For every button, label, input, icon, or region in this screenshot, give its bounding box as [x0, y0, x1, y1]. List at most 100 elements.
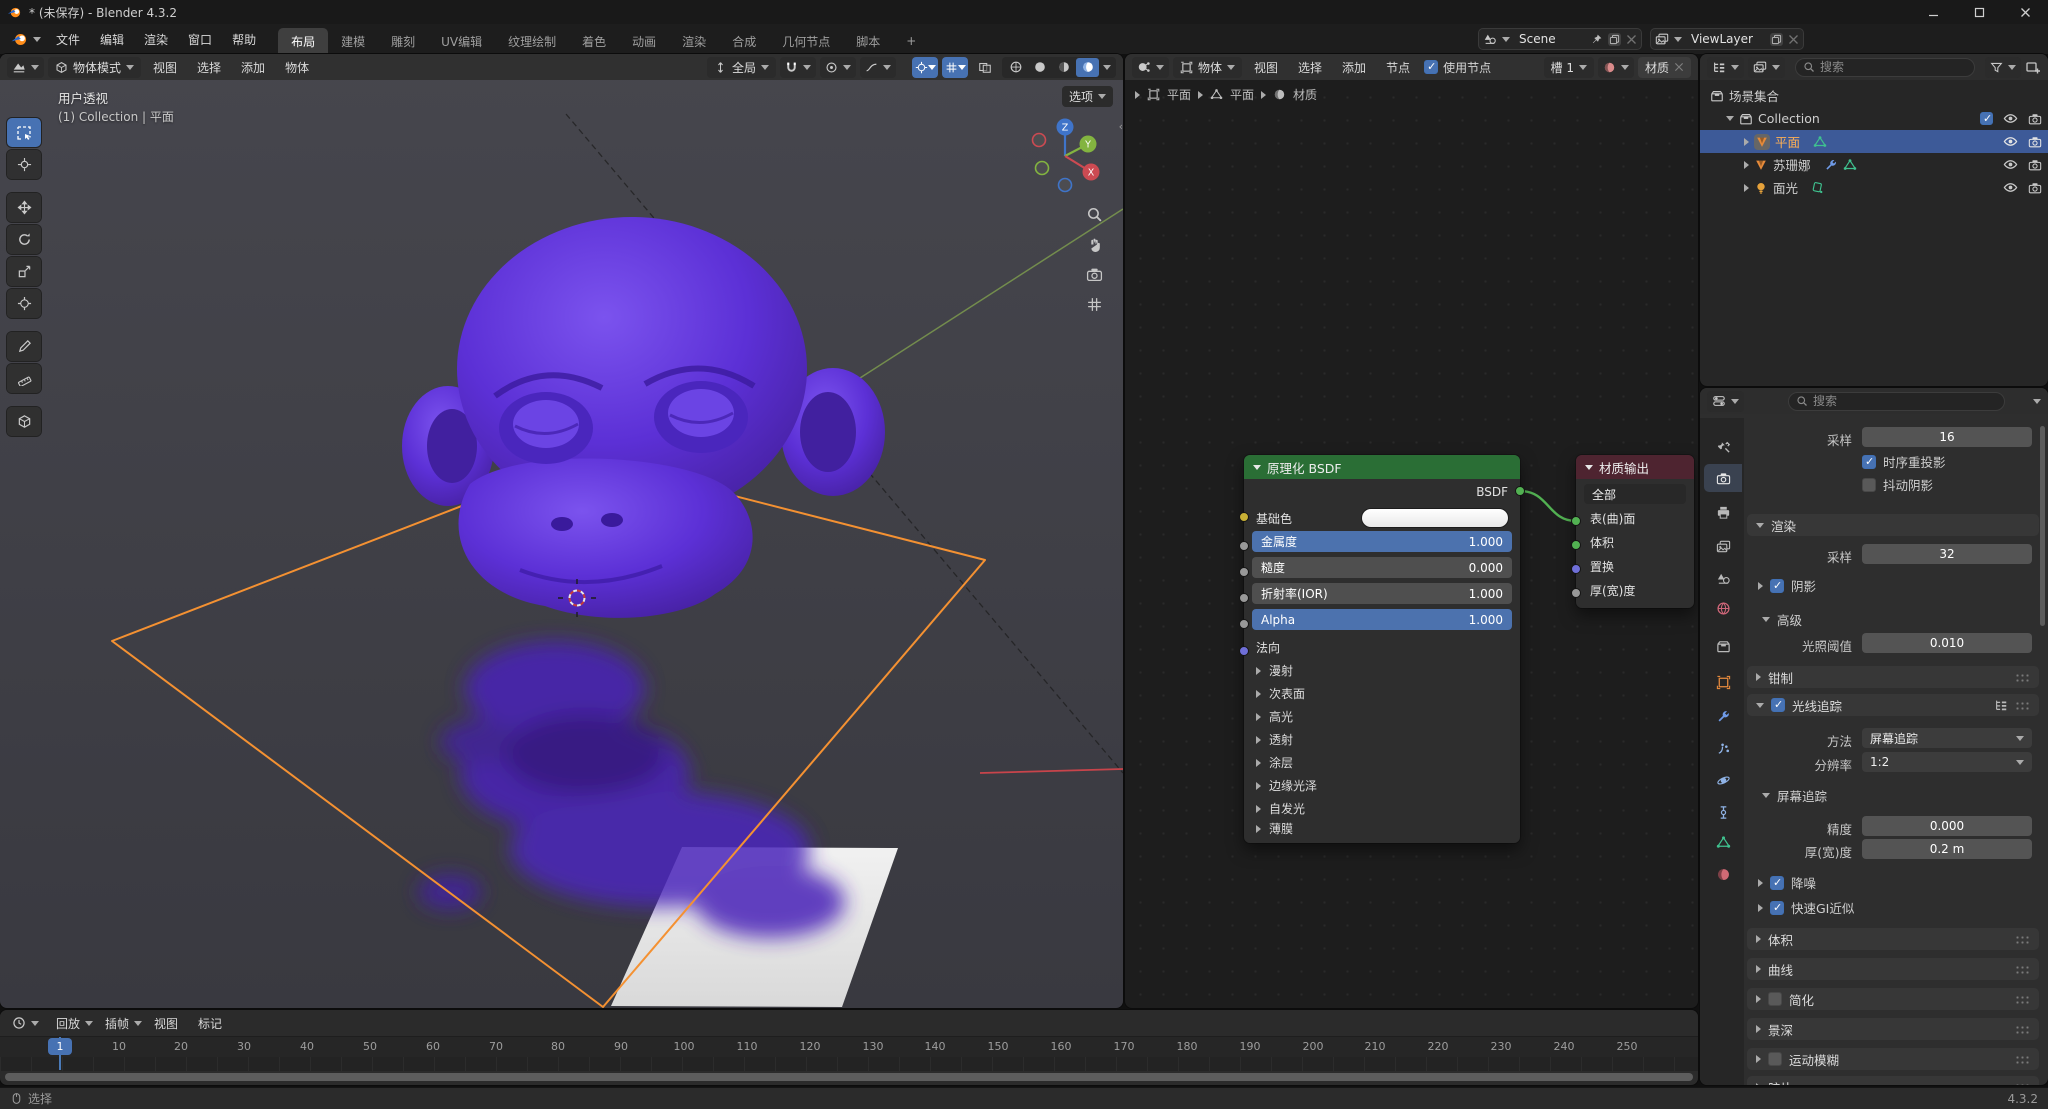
- row-object-arealight[interactable]: 面光: [1700, 176, 2048, 199]
- resolution-dropdown[interactable]: 1:2: [1862, 752, 2032, 772]
- motion-blur-panel-header[interactable]: 运动模糊: [1747, 1048, 2039, 1070]
- fast-gi-checkbox[interactable]: [1770, 901, 1784, 915]
- scene-name[interactable]: Scene: [1515, 32, 1585, 46]
- shadows-checkbox[interactable]: [1770, 579, 1784, 593]
- temporal-checkbox[interactable]: [1862, 455, 1876, 469]
- hide-eye-icon[interactable]: [2003, 134, 2018, 149]
- tool-scale[interactable]: [7, 257, 41, 286]
- navigation-gizmo[interactable]: Z Y X: [1021, 110, 1109, 198]
- advanced-section[interactable]: 高级: [1762, 610, 1802, 629]
- simplify-panel-header[interactable]: 简化: [1747, 988, 2039, 1010]
- tab-layout[interactable]: 布局: [278, 28, 328, 54]
- row-scene-collection[interactable]: 场景集合: [1700, 84, 2048, 107]
- tab-render-properties[interactable]: [1704, 464, 1742, 492]
- tab-shading[interactable]: 着色: [569, 28, 619, 54]
- tool-options-button[interactable]: 选项: [1062, 86, 1113, 107]
- section-specular[interactable]: 高光: [1244, 705, 1520, 728]
- expand-icon[interactable]: [1744, 138, 1749, 146]
- properties-editor-type[interactable]: [1707, 391, 1744, 412]
- object-name[interactable]: 苏珊娜: [1773, 155, 1811, 174]
- tab-output-properties[interactable]: [1704, 498, 1742, 526]
- tab-texture-paint[interactable]: 纹理绘制: [495, 28, 569, 54]
- hide-eye-icon[interactable]: [2003, 180, 2018, 195]
- outliner-filter-button[interactable]: [1985, 57, 2021, 78]
- show-gizmo-toggle[interactable]: [912, 57, 938, 78]
- properties-scrollbar[interactable]: [2040, 426, 2045, 626]
- dof-panel-header[interactable]: 景深: [1747, 1018, 2039, 1040]
- proportional-edit-button[interactable]: [820, 57, 856, 78]
- outliner-search[interactable]: [1795, 58, 1975, 77]
- timeline-menu-marker[interactable]: 标记: [190, 1010, 230, 1036]
- breadcrumb-object[interactable]: 平面: [1167, 86, 1191, 103]
- show-overlays-toggle[interactable]: [942, 57, 968, 78]
- jitter-shadows-row[interactable]: 抖动阴影: [1862, 475, 1933, 494]
- bsdf-node-header[interactable]: 原理化 BSDF: [1244, 455, 1520, 479]
- alpha-slider[interactable]: Alpha 1.000: [1252, 609, 1512, 630]
- shading-wireframe[interactable]: [1004, 58, 1027, 77]
- minimize-button[interactable]: [1910, 0, 1956, 24]
- editor-type-button[interactable]: [7, 57, 44, 78]
- socket-alpha[interactable]: [1239, 619, 1249, 629]
- new-scene-icon[interactable]: [1608, 33, 1621, 46]
- menu-window[interactable]: 窗口: [178, 24, 222, 54]
- unlink-scene-icon[interactable]: [1626, 34, 1637, 45]
- tab-tool-properties[interactable]: [1704, 432, 1742, 460]
- expand-icon[interactable]: [1744, 161, 1749, 169]
- material-slot-selector[interactable]: 槽 1: [1544, 57, 1594, 78]
- tool-rotate[interactable]: [7, 225, 41, 254]
- tab-modeling[interactable]: 建模: [328, 28, 378, 54]
- shadows-row[interactable]: 阴影: [1758, 576, 1816, 595]
- render-camera-icon[interactable]: [2028, 112, 2042, 126]
- properties-options-icon[interactable]: [2033, 399, 2041, 404]
- object-name[interactable]: 平面: [1775, 132, 1800, 151]
- screen-tracing-section[interactable]: 屏幕追踪: [1762, 786, 1827, 805]
- collection-checkbox[interactable]: [1980, 112, 1993, 125]
- motion-blur-checkbox[interactable]: [1768, 1052, 1782, 1066]
- roughness-slider[interactable]: 糙度 0.000: [1252, 557, 1512, 578]
- fast-gi-row[interactable]: 快速GI近似: [1758, 898, 1854, 917]
- new-collection-icon[interactable]: [2025, 59, 2041, 75]
- render-camera-icon[interactable]: [2028, 135, 2042, 149]
- shader-menu-add[interactable]: 添加: [1334, 54, 1374, 80]
- axis-neg-z[interactable]: [1059, 179, 1072, 192]
- ior-slider[interactable]: 折射率(IOR) 1.000: [1252, 583, 1512, 604]
- xray-toggle[interactable]: [972, 57, 998, 78]
- tab-rendering[interactable]: 渲染: [669, 28, 719, 54]
- render-samples-field[interactable]: 32: [1862, 544, 2032, 564]
- hide-eye-icon[interactable]: [2003, 157, 2018, 172]
- thickness-field[interactable]: 0.2 m: [1862, 839, 2032, 859]
- section-subsurface[interactable]: 次表面: [1244, 682, 1520, 705]
- pan-hand-icon[interactable]: [1086, 236, 1103, 253]
- tab-animation[interactable]: 动画: [619, 28, 669, 54]
- sidebar-toggle-icon[interactable]: ‹: [1119, 120, 1123, 133]
- shader-editor[interactable]: 物体 视图 选择 添加 节点 使用节点 槽 1 材质: [1125, 54, 1698, 1008]
- expand-icon[interactable]: [1726, 116, 1734, 121]
- use-nodes-toggle[interactable]: 使用节点: [1424, 59, 1491, 76]
- viewlayer-dropdown-icon[interactable]: [1674, 37, 1682, 42]
- outliner-search-input[interactable]: [1820, 60, 1930, 74]
- properties-search-input[interactable]: [1813, 394, 1923, 408]
- light-threshold-field[interactable]: 0.010: [1862, 633, 2032, 653]
- socket-normal[interactable]: [1239, 646, 1249, 656]
- socket-bsdf-output[interactable]: [1515, 486, 1525, 496]
- tool-add-cube[interactable]: [7, 407, 41, 436]
- tab-collection-properties[interactable]: [1704, 632, 1742, 660]
- tool-measure[interactable]: [7, 364, 41, 393]
- snapping-button[interactable]: [780, 57, 816, 78]
- row-object-plane[interactable]: 平面: [1700, 130, 2048, 153]
- viewport-menu-select[interactable]: 选择: [189, 54, 229, 80]
- timeline[interactable]: 回放 插帧 视图 标记 1 起始 1: [0, 1010, 1698, 1085]
- output-node-header[interactable]: 材质输出: [1576, 455, 1694, 479]
- section-emission[interactable]: 自发光: [1244, 797, 1520, 820]
- tab-modifier-properties[interactable]: [1704, 702, 1742, 730]
- suzanne-monkey[interactable]: [402, 217, 885, 618]
- properties-editor[interactable]: 采样 16 时序重投影 抖动阴影 渲染 32 采样 阴影 高级 光照阈值 0.0…: [1700, 388, 2048, 1085]
- unlink-material-icon[interactable]: [1674, 62, 1684, 72]
- material-name-field[interactable]: 材质: [1638, 57, 1691, 78]
- shading-rendered[interactable]: [1076, 58, 1099, 77]
- section-thin-film[interactable]: 薄膜: [1244, 820, 1520, 843]
- precision-field[interactable]: 0.000: [1862, 816, 2032, 836]
- material-browse-button[interactable]: [1598, 57, 1634, 78]
- menu-file[interactable]: 文件: [46, 24, 90, 54]
- row-collection[interactable]: Collection: [1700, 107, 2048, 130]
